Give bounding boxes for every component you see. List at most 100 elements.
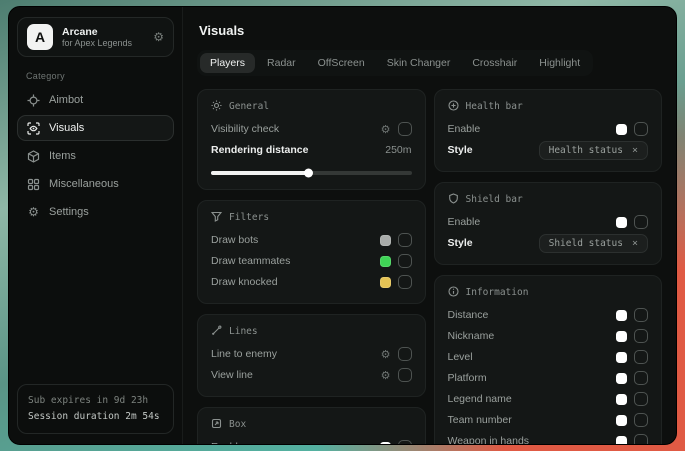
- panel-title: Information: [466, 287, 529, 298]
- level-checkbox[interactable]: [634, 350, 648, 364]
- distance-checkbox[interactable]: [634, 308, 648, 322]
- health-bar-panel: Health bar Enable Style Health status: [434, 89, 663, 172]
- draw-knocked-checkbox[interactable]: [398, 275, 412, 289]
- tab-crosshair[interactable]: Crosshair: [462, 53, 527, 73]
- tag-label: Health status: [549, 145, 623, 156]
- app-window: A Arcane for Apex Legends ⚙ Category Aim…: [8, 6, 677, 445]
- view-line-row: View line ⚙: [211, 365, 412, 385]
- sidebar-item-miscellaneous[interactable]: Miscellaneous: [17, 171, 174, 197]
- visibility-check-row: Visibility check ⚙: [211, 119, 412, 139]
- color-swatch[interactable]: [616, 310, 627, 321]
- close-icon[interactable]: ×: [632, 238, 638, 249]
- weapon-in-hands-checkbox[interactable]: [634, 434, 648, 445]
- legend-name-checkbox[interactable]: [634, 392, 648, 406]
- draw-teammates-checkbox[interactable]: [398, 254, 412, 268]
- sidebar-item-visuals[interactable]: Visuals: [17, 115, 174, 141]
- row-label: Enable: [211, 441, 380, 445]
- sidebar-item-aimbot[interactable]: Aimbot: [17, 87, 174, 113]
- tab-radar[interactable]: Radar: [257, 53, 306, 73]
- diagonal-line-icon: [211, 325, 222, 339]
- close-icon[interactable]: ×: [632, 145, 638, 156]
- row-label: Legend name: [448, 393, 617, 405]
- color-swatch[interactable]: [616, 331, 627, 342]
- tab-highlight[interactable]: Highlight: [529, 53, 590, 73]
- shield-bar-panel: Shield bar Enable Style Shield status: [434, 182, 663, 265]
- distance-row: Distance: [448, 305, 649, 325]
- sidebar: A Arcane for Apex Legends ⚙ Category Aim…: [9, 7, 183, 444]
- rendering-distance-slider[interactable]: [211, 168, 412, 178]
- row-label: Visibility check: [211, 123, 381, 135]
- rendering-distance-row: Rendering distance 250m: [211, 140, 412, 160]
- row-label: Rendering distance: [211, 144, 385, 156]
- line-to-enemy-checkbox[interactable]: [398, 347, 412, 361]
- sidebar-item-items[interactable]: Items: [17, 143, 174, 169]
- row-label: View line: [211, 369, 381, 381]
- gear-icon[interactable]: ⚙: [381, 349, 391, 360]
- color-swatch[interactable]: [380, 235, 391, 246]
- slider-thumb[interactable]: [304, 169, 313, 178]
- box-enable-checkbox[interactable]: [398, 440, 412, 445]
- gear-icon[interactable]: ⚙: [381, 124, 391, 135]
- row-label: Style: [448, 237, 539, 249]
- sidebar-item-label: Settings: [49, 206, 89, 218]
- row-label: Draw teammates: [211, 255, 380, 267]
- color-swatch[interactable]: [616, 217, 627, 228]
- gear-icon[interactable]: ⚙: [153, 31, 164, 43]
- category-label: Category: [26, 71, 174, 81]
- color-swatch[interactable]: [380, 256, 391, 267]
- filters-panel: Filters Draw bots Draw teammates: [197, 200, 426, 304]
- box-panel: Box Enable Enable background: [197, 407, 426, 445]
- cube-icon: [27, 150, 40, 163]
- row-label: Style: [448, 144, 539, 156]
- subscription-info-box: Sub expires in 9d 23h Session duration 2…: [17, 384, 174, 434]
- tab-players[interactable]: Players: [200, 53, 255, 73]
- shield-style-select[interactable]: Shield status ×: [539, 234, 648, 253]
- tabbar: Players Radar OffScreen Skin Changer Cro…: [197, 50, 593, 76]
- color-swatch[interactable]: [380, 442, 391, 446]
- row-label: Distance: [448, 309, 617, 321]
- sidebar-nav: Aimbot Visuals Items Miscellaneous: [17, 87, 174, 225]
- information-panel: Information Distance Nickname: [434, 275, 663, 445]
- platform-checkbox[interactable]: [634, 371, 648, 385]
- box-enable-row: Enable: [211, 437, 412, 445]
- left-column: General Visibility check ⚙ Rendering dis…: [197, 89, 426, 445]
- tag-label: Shield status: [549, 238, 623, 249]
- health-style-select[interactable]: Health status ×: [539, 141, 648, 160]
- rendering-distance-value: 250m: [385, 144, 411, 156]
- health-style-row: Style Health status ×: [448, 140, 649, 160]
- draw-teammates-row: Draw teammates: [211, 251, 412, 271]
- color-swatch[interactable]: [616, 415, 627, 426]
- right-column: Health bar Enable Style Health status: [434, 89, 663, 445]
- row-label: Enable: [448, 216, 617, 228]
- team-number-checkbox[interactable]: [634, 413, 648, 427]
- view-line-checkbox[interactable]: [398, 368, 412, 382]
- color-swatch[interactable]: [616, 394, 627, 405]
- color-swatch[interactable]: [616, 373, 627, 384]
- app-logo: A: [27, 24, 53, 50]
- color-swatch[interactable]: [380, 277, 391, 288]
- sidebar-item-settings[interactable]: ⚙ Settings: [17, 199, 174, 225]
- sidebar-item-label: Aimbot: [49, 94, 83, 106]
- platform-row: Platform: [448, 368, 649, 388]
- visibility-check-checkbox[interactable]: [398, 122, 412, 136]
- health-enable-checkbox[interactable]: [634, 122, 648, 136]
- info-icon: [448, 286, 459, 300]
- color-swatch[interactable]: [616, 436, 627, 446]
- shield-enable-checkbox[interactable]: [634, 215, 648, 229]
- eye-scan-icon: [27, 122, 40, 135]
- session-duration-text: Session duration 2m 54s: [28, 409, 163, 425]
- app-subtitle: for Apex Legends: [62, 38, 144, 48]
- draw-bots-checkbox[interactable]: [398, 233, 412, 247]
- health-enable-row: Enable: [448, 119, 649, 139]
- draw-bots-row: Draw bots: [211, 230, 412, 250]
- gear-icon[interactable]: ⚙: [381, 370, 391, 381]
- color-swatch[interactable]: [616, 352, 627, 363]
- tab-offscreen[interactable]: OffScreen: [308, 53, 375, 73]
- tab-skin-changer[interactable]: Skin Changer: [377, 53, 461, 73]
- grid-icon: [27, 178, 40, 191]
- lines-panel: Lines Line to enemy ⚙ View line ⚙: [197, 314, 426, 397]
- color-swatch[interactable]: [616, 124, 627, 135]
- level-row: Level: [448, 347, 649, 367]
- nickname-checkbox[interactable]: [634, 329, 648, 343]
- panel-title: Box: [229, 419, 246, 430]
